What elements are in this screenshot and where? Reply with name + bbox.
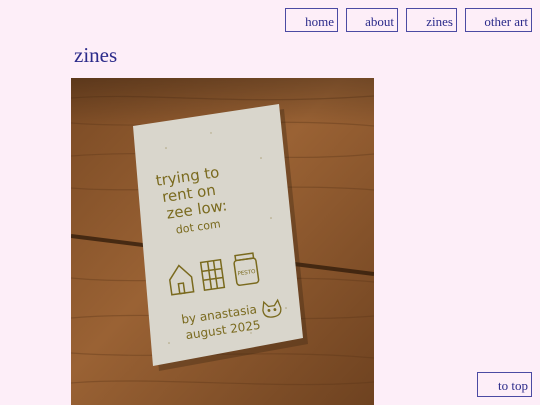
top-nav: home about zines other art: [0, 8, 540, 34]
page-title: zines: [74, 43, 118, 67]
nav-zines-button[interactable]: zines: [406, 8, 457, 32]
to-top-button[interactable]: to top: [477, 372, 532, 397]
nav-about-button[interactable]: about: [346, 8, 398, 32]
zine-photo-image: trying to rent on zee low: dot com PESTO…: [71, 78, 374, 405]
nav-other-art-button[interactable]: other art: [465, 8, 532, 32]
zine-card: trying to rent on zee low: dot com PESTO…: [133, 104, 308, 371]
zine-photo: trying to rent on zee low: dot com PESTO…: [71, 78, 374, 405]
nav-home-button[interactable]: home: [285, 8, 338, 32]
